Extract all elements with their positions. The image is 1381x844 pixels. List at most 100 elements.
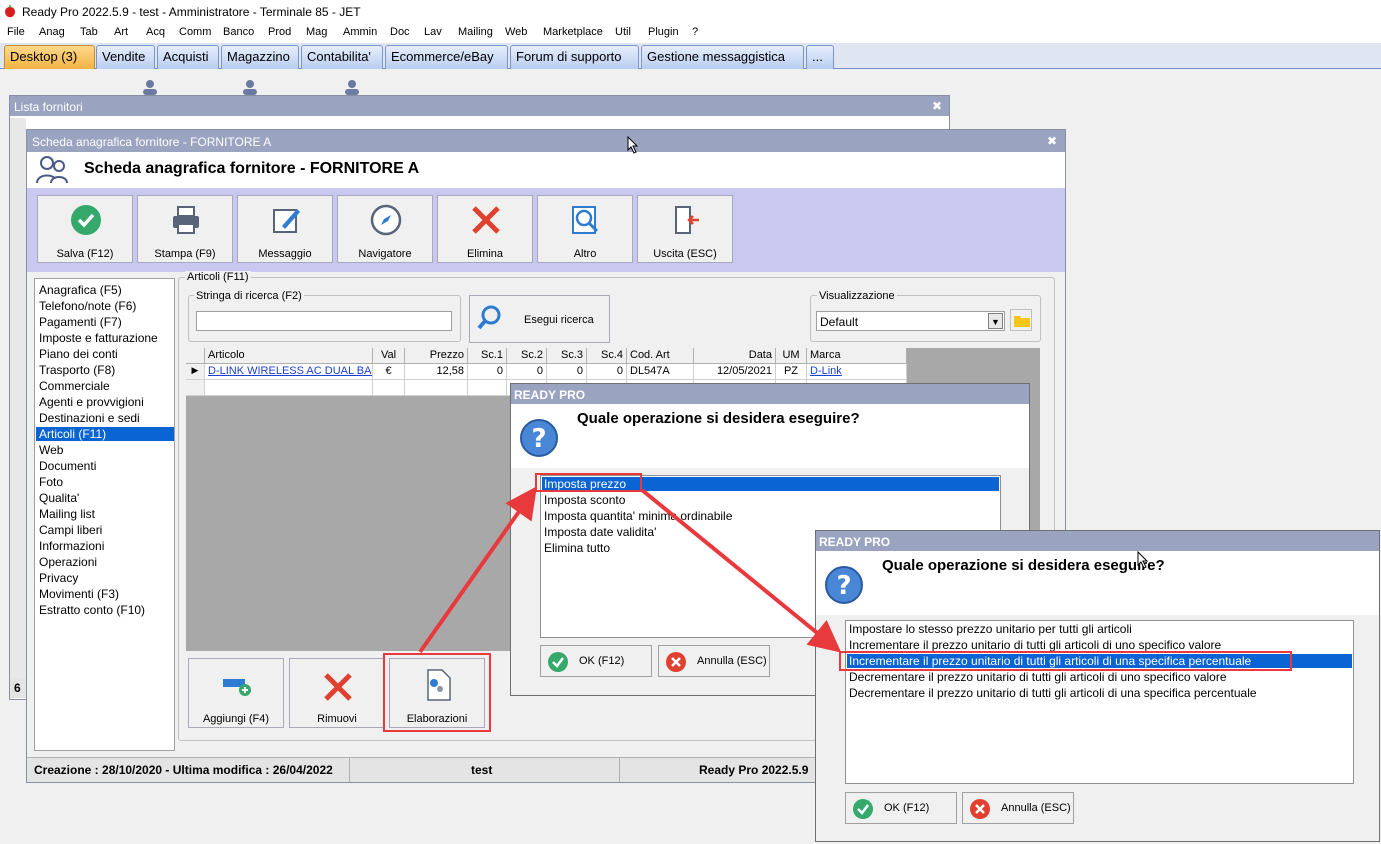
menu-item-web[interactable]: Web [505,26,527,38]
menu-item-ammin[interactable]: Ammin [343,26,377,38]
nav-item-destinazioni-e-sedi[interactable]: Destinazioni e sedi [39,411,140,425]
delete-x-icon [472,206,500,234]
dialog1-option-2[interactable]: Imposta sconto [544,493,625,507]
user-icon[interactable] [140,79,160,95]
nav-item-piano-dei-conti[interactable]: Piano dei conti [39,347,118,361]
dialog2-option-2[interactable]: Incrementare il prezzo unitario di tutti… [849,638,1221,652]
menu-item--[interactable]: ? [692,26,698,38]
menu-item-tab[interactable]: Tab [80,26,98,38]
message-button[interactable]: Messaggio [237,195,333,263]
lista-side-strip [10,118,26,678]
chevron-down-icon[interactable]: ▼ [988,313,1003,329]
table-cell[interactable]: D-LINK WIRELESS AC DUAL BA... [205,364,373,380]
table-cell-empty[interactable] [468,380,507,396]
dialog1-option-4[interactable]: Imposta date validita' [544,525,656,539]
close-icon[interactable]: ✖ [932,99,942,113]
menu-item-util[interactable]: Util [615,26,631,38]
menu-item-acq[interactable]: Acq [146,26,165,38]
nav-item-articoli-f11[interactable]: Articoli (F11) [36,427,174,441]
grid-header-val[interactable]: Val [373,348,405,364]
tab-contabilita[interactable]: Contabilita' [301,45,383,69]
tab-magazzino[interactable]: Magazzino [221,45,299,69]
menu-item-file[interactable]: File [7,26,25,38]
grid-header-sc-1[interactable]: Sc.1 [468,348,507,364]
nav-item-operazioni[interactable]: Operazioni [39,555,97,569]
ok-button[interactable]: OK (F12) [540,645,652,677]
table-cell-empty[interactable] [205,380,373,396]
nav-item-informazioni[interactable]: Informazioni [39,539,104,553]
grid-header-sc-2[interactable]: Sc.2 [507,348,547,364]
menu-item-mag[interactable]: Mag [306,26,327,38]
nav-item-trasporto-f8[interactable]: Trasporto (F8) [39,363,115,377]
nav-item-imposte-e-fatturazione[interactable]: Imposte e fatturazione [39,331,158,345]
nav-item-qualita[interactable]: Qualita' [39,491,79,505]
search-button[interactable]: Esegui ricerca [469,295,610,343]
other-button[interactable]: Altro [537,195,633,263]
delete-button[interactable]: Elimina [437,195,533,263]
menu-item-anag[interactable]: Anag [39,26,65,38]
menu-item-banco[interactable]: Banco [223,26,254,38]
dialog2-option-1[interactable]: Impostare lo stesso prezzo unitario per … [849,622,1132,636]
menu-item-marketplace[interactable]: Marketplace [543,26,603,38]
cancel-button[interactable]: Annulla (ESC) [962,792,1074,824]
nav-item-movimenti-f3[interactable]: Movimenti (F3) [39,587,119,601]
nav-item-commerciale[interactable]: Commerciale [39,379,110,393]
close-icon[interactable]: ✖ [1047,134,1057,148]
navigator-button[interactable]: Navigatore [337,195,433,263]
menu-item-art[interactable]: Art [114,26,128,38]
tab-vendite[interactable]: Vendite [96,45,155,69]
nav-item-telefono-note-f6[interactable]: Telefono/note (F6) [39,299,136,313]
tab-gestione-messaggistica[interactable]: Gestione messaggistica [641,45,804,69]
dialog2-option-5[interactable]: Decrementare il prezzo unitario di tutti… [849,686,1257,700]
add-button[interactable]: Aggiungi (F4) [188,658,284,728]
table-cell[interactable]: D-Link [807,364,907,380]
user-icon[interactable] [342,79,362,95]
tab-forum-di-supporto[interactable]: Forum di supporto [510,45,639,69]
menu-item-plugin[interactable]: Plugin [648,26,679,38]
remove-button[interactable]: Rimuovi [289,658,385,728]
dialog1-option-3[interactable]: Imposta quantita' minima ordinabile [544,509,732,523]
dialog1-option-5[interactable]: Elimina tutto [544,541,610,555]
nav-item-anagrafica-f5[interactable]: Anagrafica (F5) [39,283,122,297]
user-icon[interactable] [240,79,260,95]
nav-item-mailing-list[interactable]: Mailing list [39,507,95,521]
grid-header-cod-art[interactable]: Cod. Art [627,348,694,364]
tab-ecommerce-ebay[interactable]: Ecommerce/eBay [385,45,508,69]
tab-[interactable]: ... [806,45,834,69]
table-cell-empty[interactable] [405,380,468,396]
exit-button[interactable]: Uscita (ESC) [637,195,733,263]
nav-item-documenti[interactable]: Documenti [39,459,96,473]
exit-door-icon [675,206,699,234]
nav-item-web[interactable]: Web [39,443,63,457]
menu-item-lav[interactable]: Lav [424,26,442,38]
grid-header-um[interactable]: UM [776,348,807,364]
table-cell-empty[interactable] [373,380,405,396]
menu-item-doc[interactable]: Doc [390,26,410,38]
grid-header-sc-3[interactable]: Sc.3 [547,348,587,364]
grid-header-sc-4[interactable]: Sc.4 [587,348,627,364]
print-button[interactable]: Stampa (F9) [137,195,233,263]
menu-bar: File Anag Tab Art Acq Comm Banco Prod Mag Ammin Do… [0,24,1381,43]
menu-item-mailing[interactable]: Mailing [458,26,493,38]
nav-item-estratto-conto-f10[interactable]: Estratto conto (F10) [39,603,145,617]
menu-item-comm[interactable]: Comm [179,26,211,38]
grid-header-prezzo[interactable]: Prezzo [405,348,468,364]
view-select[interactable]: Default ▼ [816,311,1005,331]
tab-desktop-3[interactable]: Desktop (3) [4,45,95,69]
dialog2-option-4[interactable]: Decrementare il prezzo unitario di tutti… [849,670,1227,684]
nav-item-foto[interactable]: Foto [39,475,63,489]
grid-header-marca[interactable]: Marca [807,348,907,364]
nav-item-privacy[interactable]: Privacy [39,571,78,585]
nav-item-campi-liberi[interactable]: Campi liberi [39,523,102,537]
menu-item-prod[interactable]: Prod [268,26,291,38]
nav-item-pagamenti-f7[interactable]: Pagamenti (F7) [39,315,122,329]
nav-item-agenti-e-provvigioni[interactable]: Agenti e provvigioni [39,395,144,409]
folder-button[interactable] [1010,309,1032,331]
grid-header-data[interactable]: Data [694,348,776,364]
save-button[interactable]: Salva (F12) [37,195,133,263]
grid-header-articolo[interactable]: Articolo [205,348,373,364]
cancel-button[interactable]: Annulla (ESC) [658,645,770,677]
tab-acquisti[interactable]: Acquisti [157,45,219,69]
ok-button[interactable]: OK (F12) [845,792,957,824]
search-input[interactable] [196,311,452,331]
